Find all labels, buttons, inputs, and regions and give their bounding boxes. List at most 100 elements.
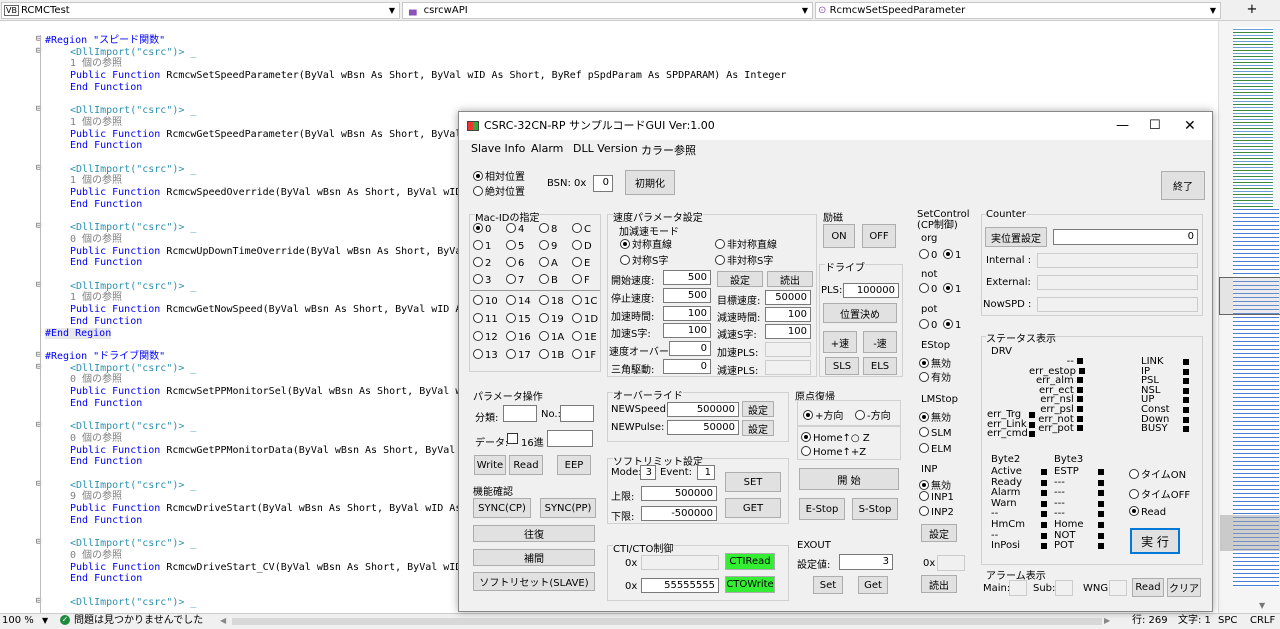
- target-speed-input[interactable]: 50000: [765, 290, 811, 305]
- sync-cp-button[interactable]: SYNC(CP): [473, 498, 531, 518]
- mac-id-radio[interactable]: 9: [539, 240, 557, 252]
- mac-id-radio[interactable]: 2: [473, 257, 491, 269]
- mac-id-radio[interactable]: 3: [473, 274, 491, 286]
- mac-id-radio[interactable]: 16: [506, 331, 531, 343]
- home-start-button[interactable]: 開 始: [799, 468, 899, 490]
- estop-radio-valid[interactable]: 有効: [919, 369, 951, 384]
- radio-sym-linear[interactable]: 対称直線: [620, 236, 672, 251]
- inp-radio-invalid[interactable]: 無効: [919, 477, 951, 492]
- cto-write-button[interactable]: CTOWrite: [725, 576, 775, 593]
- radio-time-on[interactable]: タイムON: [1129, 466, 1186, 481]
- code-line[interactable]: Public Function RcmcwGetNowSpeed(ByVal w…: [70, 304, 461, 315]
- excitation-on-button[interactable]: ON: [823, 224, 855, 248]
- execute-button[interactable]: 実 行: [1130, 528, 1180, 554]
- stop-speed-input[interactable]: 500: [663, 288, 711, 303]
- positioning-button[interactable]: 位置決め: [823, 303, 897, 323]
- code-line[interactable]: <DllImport("csrc")> _: [70, 47, 196, 58]
- speed-set-button[interactable]: 設定: [717, 271, 763, 287]
- radio-home-plus-z[interactable]: Home↑+Z: [801, 446, 866, 458]
- inp-radio-inp2[interactable]: INP2: [919, 506, 954, 518]
- mac-id-radio[interactable]: C: [572, 223, 591, 235]
- class-dropdown[interactable]: ▗▖ csrcwAPI ▼: [402, 2, 813, 19]
- mac-id-radio[interactable]: 17: [506, 349, 531, 361]
- line-ending[interactable]: CRLF: [1250, 614, 1275, 628]
- soft-limit-get-button[interactable]: GET: [725, 498, 781, 518]
- cti-read-button[interactable]: CTIRead: [725, 553, 775, 570]
- org-radio-0[interactable]: 0: [919, 249, 937, 261]
- new-pulse-input[interactable]: 50000: [667, 420, 739, 435]
- code-line[interactable]: Public Function RcmcwGetPPMonitorData(By…: [70, 445, 455, 456]
- mac-id-radio[interactable]: 1D: [572, 313, 598, 325]
- mac-id-radio[interactable]: 10: [473, 295, 498, 307]
- mac-id-radio[interactable]: B: [539, 274, 558, 286]
- zoom-level[interactable]: 100 %: [2, 614, 34, 628]
- alarm-read-button[interactable]: Read: [1132, 578, 1164, 597]
- code-line[interactable]: Public Function RcmcwSpeedOverride(ByVal…: [70, 187, 461, 198]
- param-read-button[interactable]: Read: [509, 455, 543, 475]
- mac-id-radio[interactable]: A: [539, 257, 558, 269]
- mac-id-radio[interactable]: 19: [539, 313, 564, 325]
- radio-read[interactable]: Read: [1129, 506, 1166, 518]
- code-line[interactable]: 1 個の参照: [70, 58, 122, 69]
- exit-button[interactable]: 終了: [1161, 171, 1205, 200]
- code-line[interactable]: End Function: [70, 140, 142, 151]
- speed-read-button[interactable]: 読出: [767, 271, 813, 287]
- mac-id-radio[interactable]: 18: [539, 295, 564, 307]
- code-line[interactable]: <DllImport("csrc")> _: [70, 281, 196, 292]
- scroll-left-icon[interactable]: ◀: [220, 614, 226, 628]
- close-icon[interactable]: ✕: [1184, 112, 1196, 140]
- inp-set-button[interactable]: 設定: [921, 524, 957, 542]
- code-line[interactable]: <DllImport("csrc")> _: [70, 105, 196, 116]
- scrollbar-map[interactable]: ▼: [1218, 21, 1280, 613]
- menu-color-ref[interactable]: カラー参照: [641, 142, 696, 158]
- actual-position-set-button[interactable]: 実位置設定: [985, 227, 1047, 247]
- window-title-bar[interactable]: CSRC-32CN-RP サンプルコードGUI Ver:1.00 — ☐ ✕: [459, 112, 1212, 140]
- excitation-off-button[interactable]: OFF: [862, 224, 896, 248]
- upper-limit-input[interactable]: 500000: [641, 486, 717, 501]
- code-line[interactable]: End Function: [70, 257, 142, 268]
- exout-get-button[interactable]: Get: [858, 576, 888, 594]
- pot-radio-0[interactable]: 0: [919, 319, 937, 331]
- soft-reset-button[interactable]: ソフトリセット(SLAVE): [473, 572, 595, 591]
- lmstop-radio-slm[interactable]: SLM: [919, 427, 952, 439]
- whitespace-mode[interactable]: SPC: [1218, 614, 1237, 628]
- code-line[interactable]: End Function: [70, 316, 142, 327]
- lmstop-radio-invalid[interactable]: 無効: [919, 409, 951, 424]
- radio-home-z[interactable]: Home↑○ Z: [801, 432, 870, 444]
- code-line[interactable]: End Function: [70, 515, 142, 526]
- code-line[interactable]: 9 個の参照: [70, 491, 122, 502]
- init-button[interactable]: 初期化: [625, 170, 675, 195]
- new-speed-input[interactable]: 500000: [667, 402, 739, 417]
- soft-limit-set-button[interactable]: SET: [725, 472, 781, 492]
- minus-speed-button[interactable]: -速: [863, 331, 897, 353]
- scroll-right-icon[interactable]: ▶: [1104, 614, 1110, 628]
- split-window-button[interactable]: +: [1223, 2, 1279, 19]
- mac-id-radio[interactable]: 1: [473, 240, 491, 252]
- sync-pp-button[interactable]: SYNC(PP): [540, 498, 596, 518]
- els-button[interactable]: ELS: [863, 357, 897, 375]
- mac-id-radio[interactable]: 13: [473, 349, 498, 361]
- mac-id-radio[interactable]: 1E: [572, 331, 597, 343]
- inp-radio-inp1[interactable]: INP1: [919, 491, 954, 503]
- speed-over-input[interactable]: 0: [669, 341, 711, 356]
- code-line[interactable]: End Function: [70, 456, 142, 467]
- pls-input[interactable]: 100000: [843, 283, 899, 298]
- decel-time-input[interactable]: 100: [765, 307, 811, 322]
- plus-speed-button[interactable]: +速: [823, 331, 857, 353]
- mac-id-radio[interactable]: 1F: [572, 349, 596, 361]
- code-line[interactable]: #Region "ドライブ関数": [45, 351, 165, 362]
- new-pulse-set-button[interactable]: 設定: [742, 420, 774, 436]
- estop-radio-invalid[interactable]: 無効: [919, 355, 951, 370]
- code-line[interactable]: Public Function RcmcwDriveStart_CV(ByVal…: [70, 562, 461, 573]
- code-line[interactable]: 1 個の参照: [70, 175, 122, 186]
- exout-set-button[interactable]: Set: [813, 576, 843, 594]
- mac-id-radio[interactable]: 1B: [539, 349, 564, 361]
- code-line[interactable]: <DllImport("csrc")> _: [70, 480, 196, 491]
- decel-s-input[interactable]: 100: [765, 324, 811, 339]
- accel-time-input[interactable]: 100: [663, 306, 711, 321]
- mac-id-radio[interactable]: F: [572, 274, 590, 286]
- line-number[interactable]: 行: 269: [1132, 614, 1168, 628]
- code-line[interactable]: Public Function RcmcwUpDownTimeOverride(…: [70, 246, 461, 257]
- start-speed-input[interactable]: 500: [663, 270, 711, 285]
- mac-id-radio[interactable]: 15: [506, 313, 531, 325]
